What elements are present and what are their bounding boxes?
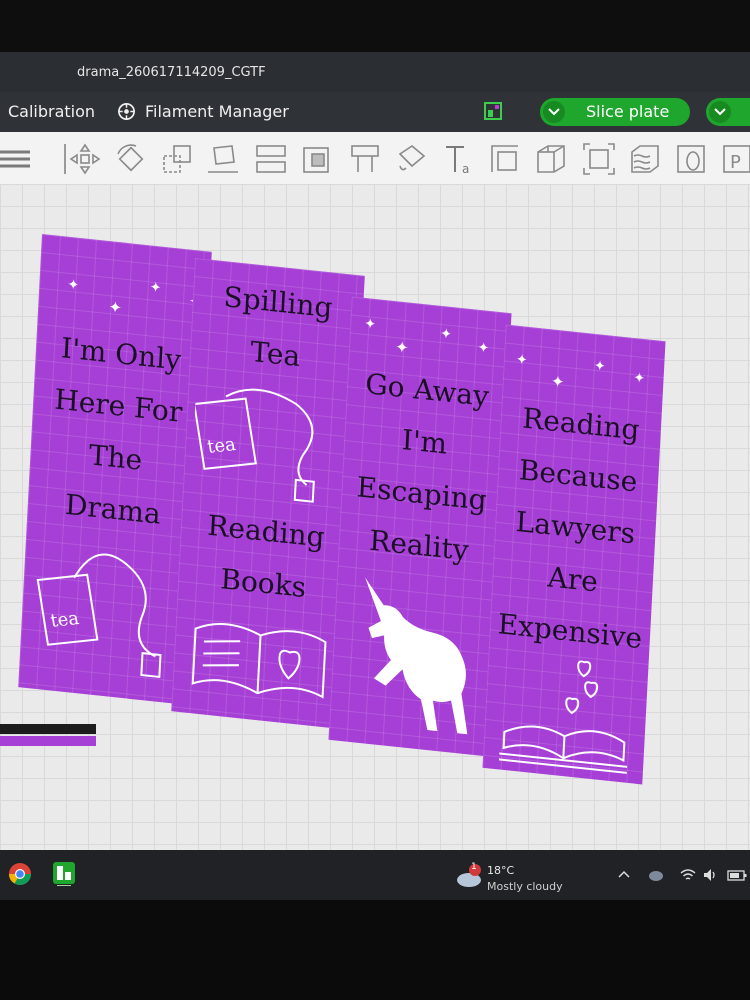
- svg-text:a: a: [462, 162, 469, 176]
- chevron-down-icon[interactable]: [543, 101, 565, 123]
- place-on-face-icon[interactable]: [206, 142, 240, 176]
- assembly-icon[interactable]: [534, 142, 568, 176]
- books-hearts-icon: [498, 660, 628, 774]
- sparkle-icon: ✦: [593, 357, 607, 376]
- sparkle-icon: ✦: [633, 370, 646, 388]
- sparkle-icon: ✦: [477, 339, 490, 357]
- toolbar: a P: [0, 132, 750, 185]
- monitor-bezel-top: [0, 0, 750, 52]
- sparkle-icon: ✦: [149, 279, 162, 297]
- sparkle-icon: ✦: [363, 315, 377, 334]
- sparkle-icon: ✦: [515, 351, 529, 369]
- tea-bag-icon: tea: [193, 388, 315, 503]
- sparkle-icon: ✦: [550, 371, 565, 392]
- volume-icon[interactable]: [703, 868, 717, 882]
- svg-text:P: P: [730, 152, 741, 173]
- cloud-sync-icon[interactable]: [648, 868, 664, 882]
- menu-icon[interactable]: [0, 142, 34, 176]
- preview-icon[interactable]: P: [720, 142, 750, 176]
- filament-manager-icon: [118, 103, 135, 120]
- chevron-up-icon[interactable]: [618, 870, 630, 878]
- sparkle-icon: ✦: [67, 276, 80, 294]
- filament-manager-menu[interactable]: Filament Manager: [145, 102, 289, 121]
- toolbar-divider: [48, 142, 66, 176]
- taskbar: 1 18°C Mostly cloudy: [0, 850, 750, 900]
- cut-icon[interactable]: [300, 142, 334, 176]
- rotate-icon[interactable]: [114, 142, 148, 176]
- slicer-app-icon[interactable]: [53, 862, 75, 886]
- plate-layout-icon[interactable]: [484, 102, 502, 120]
- bookmark-4[interactable]: ✦ ✦ ✦ ✦ Reading Because Lawyers Are Expe…: [482, 324, 666, 785]
- open-book-heart-icon: [191, 623, 327, 699]
- sparkle-icon: ✦: [108, 297, 123, 318]
- notification-count: 1: [471, 862, 477, 872]
- chrome-icon[interactable]: [8, 862, 32, 886]
- scale-icon[interactable]: [160, 142, 194, 176]
- monitor-bezel-bottom: [0, 900, 750, 1000]
- bookmark-3[interactable]: ✦ ✦ ✦ ✦ Go Away I'm Escaping Reality: [328, 296, 512, 757]
- support-icon[interactable]: [348, 142, 382, 176]
- wifi-icon[interactable]: [680, 868, 696, 882]
- tea-bag-icon: tea: [36, 553, 162, 679]
- window-title: drama_260617114209_CGTF: [77, 65, 266, 80]
- battery-icon[interactable]: [727, 868, 747, 882]
- paint-icon[interactable]: [394, 142, 428, 176]
- build-plate-canvas[interactable]: ✦ ✦ ✦ ✦ I'm Only Here For The Drama tea …: [0, 184, 750, 850]
- variable-layer-icon[interactable]: [628, 142, 662, 176]
- calibration-menu[interactable]: Calibration: [8, 102, 95, 121]
- slice-plate-button[interactable]: Slice plate: [540, 98, 690, 126]
- sparkle-icon: ✦: [394, 337, 410, 358]
- move-icon[interactable]: [68, 142, 102, 176]
- svg-text:tea: tea: [49, 608, 81, 632]
- sparkle-icon: ✦: [439, 325, 453, 344]
- print-plate-button[interactable]: [706, 98, 750, 126]
- measure-icon[interactable]: [488, 142, 522, 176]
- weather-cloudy-icon[interactable]: [455, 862, 483, 890]
- weather-temperature: 18°C: [487, 864, 515, 877]
- fit-icon[interactable]: [582, 142, 616, 176]
- text-icon[interactable]: a: [442, 142, 476, 176]
- menu-bar: Calibration Filament Manager Slice plate: [0, 92, 750, 132]
- slice-plate-label: Slice plate: [586, 102, 670, 121]
- chevron-down-icon[interactable]: [709, 101, 731, 123]
- object-list-strip: [0, 724, 96, 748]
- weather-condition: Mostly cloudy: [487, 880, 563, 893]
- split-icon[interactable]: [254, 142, 288, 176]
- layer-icon[interactable]: [674, 142, 708, 176]
- title-bar: drama_260617114209_CGTF: [0, 52, 750, 92]
- svg-text:tea: tea: [206, 434, 238, 458]
- unicorn-icon: [365, 577, 468, 735]
